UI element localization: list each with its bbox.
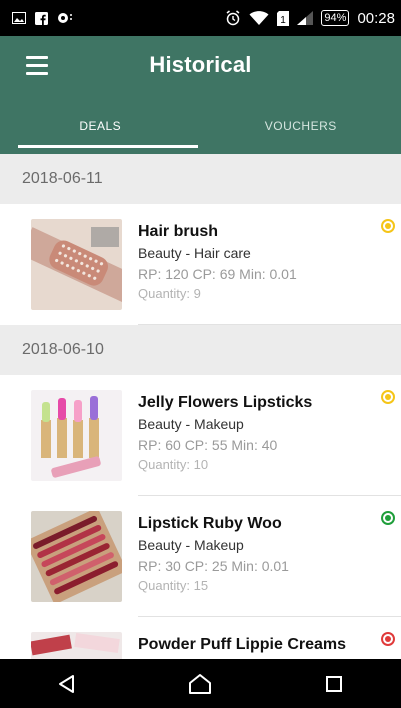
- hair-brush-image: [31, 219, 122, 310]
- svg-text:1: 1: [281, 15, 287, 26]
- page-title: Historical: [149, 52, 252, 77]
- item-name: Jelly Flowers Lipsticks: [138, 394, 313, 411]
- list-item[interactable]: Hair brush Beauty - Hair care RP: 120 CP…: [0, 204, 401, 325]
- tab-vouchers[interactable]: VOUCHERS: [201, 98, 401, 154]
- app-bar: Historical: [0, 36, 401, 98]
- system-nav-bar: [0, 659, 401, 708]
- back-icon[interactable]: [37, 664, 97, 704]
- recents-icon[interactable]: [304, 664, 364, 704]
- tab-vouchers-label: VOUCHERS: [264, 119, 337, 133]
- facebook-icon: [35, 11, 48, 25]
- status-bar: 1 94% 00:28: [0, 0, 401, 36]
- list-item[interactable]: Powder Puff Lippie Creams: [0, 617, 401, 659]
- item-quantity: Quantity: 15: [138, 578, 209, 593]
- item-prices: RP: 30 CP: 25 Min: 0.01: [138, 558, 289, 574]
- lippie-creams-image: [31, 632, 122, 659]
- status-indicator-icon: [381, 390, 395, 404]
- wifi-icon: [249, 10, 269, 26]
- tab-bar: DEALS VOUCHERS: [0, 98, 401, 154]
- deals-list[interactable]: 2018-06-11 Hair brush Beauty - Hair care…: [0, 154, 401, 659]
- list-item[interactable]: Jelly Flowers Lipsticks Beauty - Makeup …: [0, 375, 401, 496]
- signal-icon: [297, 11, 314, 25]
- item-name: Hair brush: [138, 223, 219, 240]
- item-quantity: Quantity: 9: [138, 286, 201, 301]
- lipstick-palette-image: [31, 511, 122, 602]
- date-header: 2018-06-10: [0, 325, 401, 375]
- tab-deals-label: DEALS: [79, 119, 122, 133]
- date-header: 2018-06-11: [0, 154, 401, 204]
- list-item[interactable]: Lipstick Ruby Woo Beauty - Makeup RP: 30…: [0, 496, 401, 617]
- item-name: Lipstick Ruby Woo: [138, 515, 282, 532]
- status-indicator-icon: [381, 632, 395, 646]
- alarm-icon: [225, 10, 241, 26]
- item-prices: RP: 60 CP: 55 Min: 40: [138, 437, 278, 453]
- status-indicator-icon: [381, 219, 395, 233]
- divider: [138, 324, 401, 325]
- item-prices: RP: 120 CP: 69 Min: 0.01: [138, 266, 297, 282]
- active-tab-indicator: [18, 145, 198, 148]
- item-name: Powder Puff Lippie Creams: [138, 636, 347, 653]
- item-category: Beauty - Makeup: [138, 416, 244, 432]
- item-category: Beauty - Hair care: [138, 245, 251, 261]
- sim-icon: 1: [277, 10, 290, 26]
- image-notification-icon: [12, 12, 26, 24]
- item-quantity: Quantity: 10: [138, 457, 209, 472]
- status-indicator-icon: [381, 511, 395, 525]
- jelly-lipsticks-image: [31, 390, 122, 481]
- clock: 00:28: [357, 9, 395, 27]
- item-category: Beauty - Makeup: [138, 537, 244, 553]
- battery-icon: 94%: [321, 10, 350, 26]
- record-icon: [57, 12, 73, 24]
- home-icon[interactable]: [170, 664, 230, 704]
- tab-deals[interactable]: DEALS: [0, 98, 201, 154]
